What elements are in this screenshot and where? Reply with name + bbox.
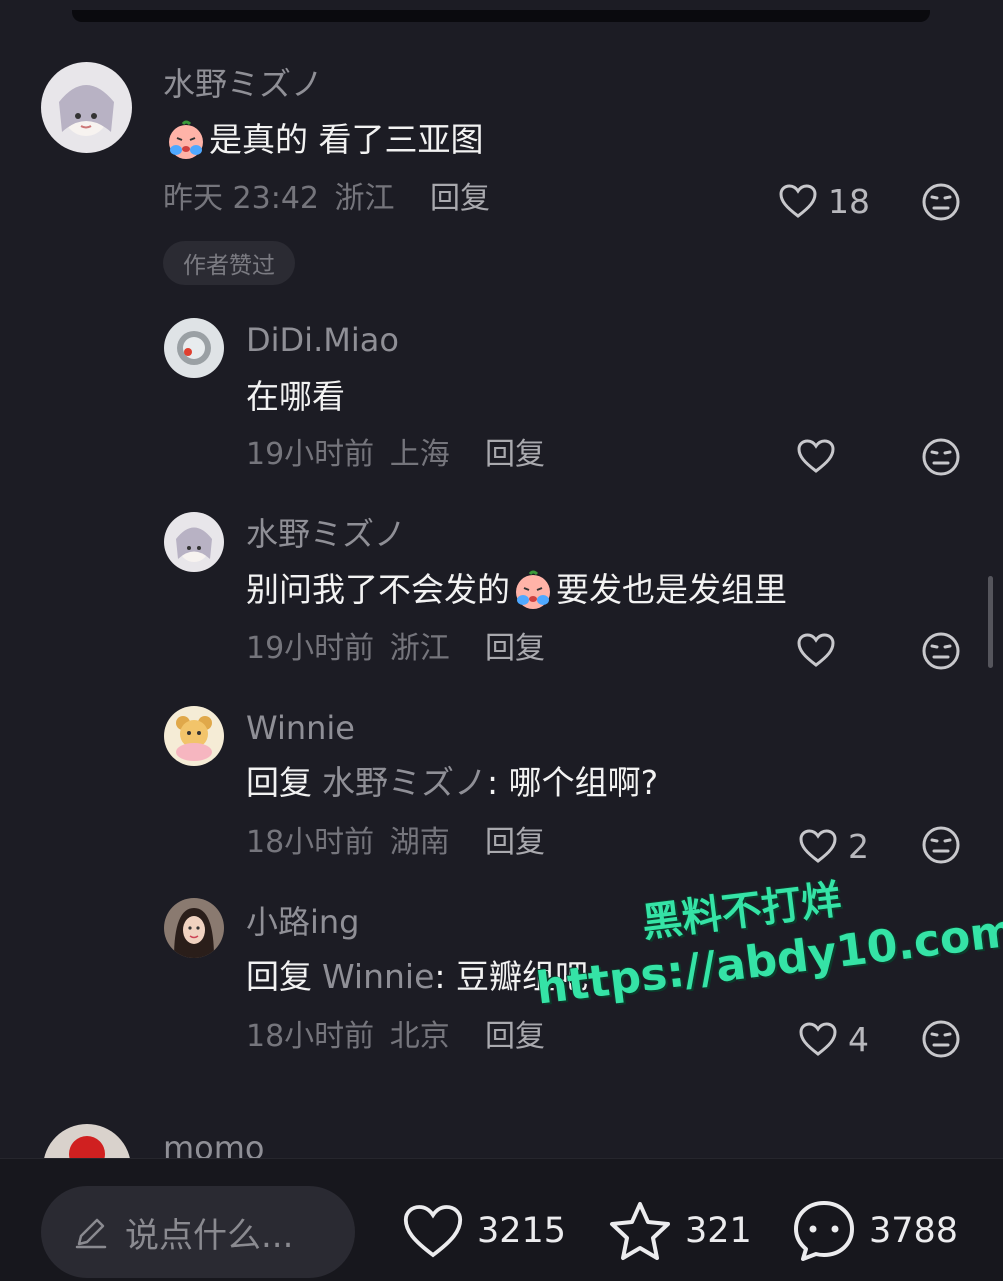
chat-bubble-icon (794, 1201, 854, 1261)
reply-location: 浙江 (389, 631, 450, 666)
comment-input[interactable]: 说点什么... (41, 1186, 355, 1278)
heart-icon (799, 1022, 837, 1056)
next-comment: momo (0, 1120, 1003, 1158)
reply-meta: 18小时前 北京 (246, 1022, 450, 1052)
avatar[interactable] (164, 706, 224, 766)
reply-username[interactable]: Winnie (246, 712, 355, 744)
crying-emoji-icon (510, 568, 556, 610)
crying-emoji-icon (163, 118, 209, 160)
reply-text-part: 要发也是发组里 (556, 569, 787, 609)
reply-button[interactable]: 回复 (485, 1022, 545, 1052)
reply-to-username[interactable]: 水野ミズノ (322, 766, 487, 799)
reply-text: 回复 水野ミズノ : 哪个组啊? (246, 766, 658, 799)
comment-username[interactable]: 水野ミズノ (163, 68, 323, 100)
reply-location: 湖南 (389, 825, 450, 860)
reply-text: 在哪看 (246, 377, 345, 416)
post-comment-count: 3788 (869, 1210, 959, 1251)
author-liked-badge: 作者赞过 (163, 241, 295, 285)
reply-time: 19小时前 (246, 631, 375, 666)
comment-text: 是真的 看了三亚图 (163, 118, 484, 160)
reply-meta: 19小时前 上海 (246, 440, 450, 470)
post-like-count: 3215 (477, 1210, 567, 1251)
heart-icon (799, 829, 837, 863)
like-button[interactable] (796, 438, 836, 474)
reply-prefix: 回复 (246, 957, 312, 996)
star-icon (610, 1202, 670, 1260)
reply-meta: 18小时前 湖南 (246, 828, 450, 858)
like-count: 2 (848, 826, 869, 866)
meh-face-icon[interactable] (921, 1019, 961, 1059)
reply-text: 别问我了不会发的 要发也是发组里 (246, 568, 787, 610)
avatar[interactable] (41, 62, 132, 153)
scrollbar[interactable] (988, 576, 993, 668)
reply-button[interactable]: 回复 (485, 634, 545, 664)
like-count: 4 (848, 1019, 869, 1059)
reply-to-username[interactable]: Winnie (322, 960, 434, 993)
post-like-button[interactable]: 3215 (401, 1202, 566, 1260)
post-comment-button[interactable]: 3788 (791, 1199, 958, 1263)
reply-button[interactable]: 回复 (430, 184, 490, 214)
reply-username[interactable]: 水野ミズノ (246, 518, 406, 550)
meh-face-icon[interactable] (921, 631, 961, 671)
like-count: 18 (828, 181, 870, 221)
comment-text-content: 是真的 看了三亚图 (209, 119, 484, 159)
comment-input-placeholder: 说点什么... (125, 1215, 294, 1256)
reply-time: 18小时前 (246, 825, 375, 860)
comment-location: 浙江 (334, 181, 395, 216)
top-panel-edge (72, 10, 930, 22)
reply-text-part: 别问我了不会发的 (246, 569, 510, 609)
like-button[interactable]: 18 (778, 183, 870, 219)
meh-face-icon[interactable] (921, 825, 961, 865)
avatar[interactable] (164, 898, 224, 958)
comment-time: 昨天 23:42 (163, 181, 319, 216)
heart-icon (797, 439, 835, 473)
comment-username[interactable]: momo (163, 1132, 265, 1158)
avatar[interactable] (164, 512, 224, 572)
comment-meta: 昨天 23:42 浙江 (163, 184, 395, 214)
reply-button[interactable]: 回复 (485, 828, 545, 858)
reply-meta: 19小时前 浙江 (246, 634, 450, 664)
reply-prefix: 回复 (246, 763, 312, 802)
reply-username[interactable]: DiDi.Miao (246, 324, 399, 356)
heart-icon (779, 184, 817, 218)
heart-icon (403, 1205, 463, 1258)
meh-face-icon[interactable] (921, 182, 961, 222)
reply-time: 18小时前 (246, 1019, 375, 1054)
reply-username[interactable]: 小路ing (246, 906, 360, 938)
reply-text-content: : 哪个组啊? (487, 763, 659, 802)
avatar[interactable] (43, 1124, 131, 1158)
reply-location: 上海 (389, 437, 450, 472)
post-favorite-button[interactable]: 321 (607, 1200, 752, 1262)
like-button[interactable]: 2 (798, 828, 869, 864)
like-button[interactable] (796, 632, 836, 668)
like-button[interactable]: 4 (798, 1021, 869, 1057)
reply-location: 北京 (389, 1019, 450, 1054)
heart-icon (797, 633, 835, 667)
post-favorite-count: 321 (685, 1210, 752, 1251)
reply-button[interactable]: 回复 (485, 440, 545, 470)
pencil-icon (75, 1218, 107, 1249)
avatar[interactable] (164, 318, 224, 378)
meh-face-icon[interactable] (921, 437, 961, 477)
reply-time: 19小时前 (246, 437, 375, 472)
